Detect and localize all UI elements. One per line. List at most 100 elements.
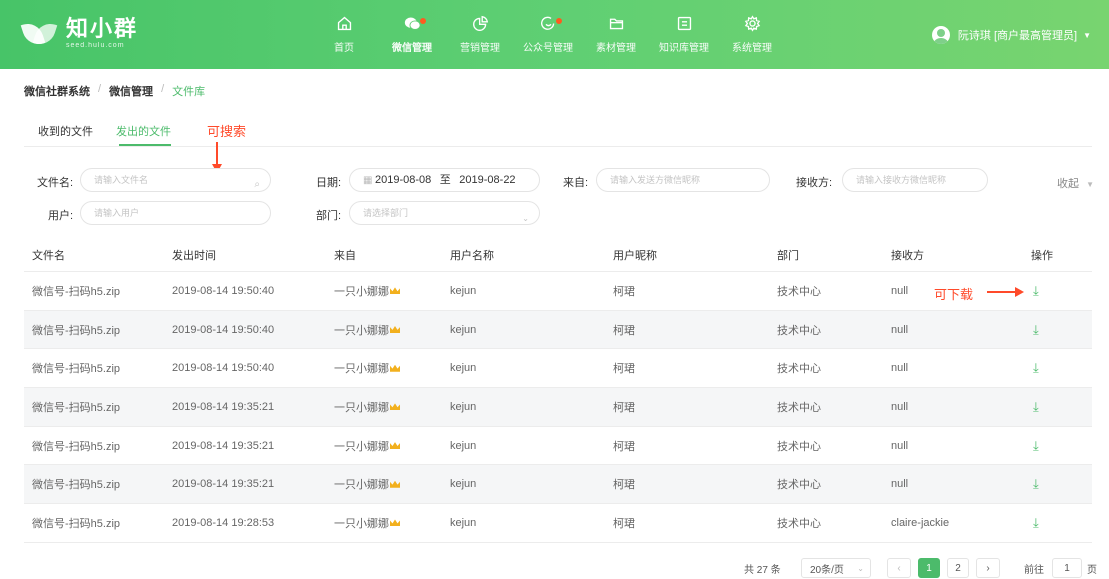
cell-receiver: null	[891, 362, 909, 375]
cell-department: 技术中心	[777, 440, 821, 453]
receiver-input[interactable]: 请输入接收方微信昵称	[842, 168, 988, 192]
cell-nickname: 柯珺	[613, 479, 635, 492]
from-placeholder: 请输入发送方微信昵称	[610, 175, 701, 185]
notification-dot	[420, 18, 426, 24]
file-table: 文件名 发出时间 来自 用户名称 用户昵称 部门 接收方 操作 微信号-扫码h5…	[24, 238, 1092, 543]
crown-icon	[390, 442, 400, 450]
filename-placeholder: 请输入文件名	[94, 175, 149, 185]
cell-nickname: 柯珺	[613, 401, 635, 414]
page-unit-label: 页	[1087, 564, 1097, 576]
column-header-sent-time: 发出时间	[172, 249, 216, 262]
table-row: 微信号-扫码h5.zip 2019-08-14 19:35:21 一只小娜娜 k…	[24, 465, 1092, 505]
department-select[interactable]: 请选择部门 ⌄	[349, 201, 540, 225]
nav-label: 首页	[334, 43, 354, 54]
column-header-actions: 操作	[1031, 249, 1053, 262]
download-icon[interactable]: ⤓	[1033, 465, 1039, 503]
page-1-button[interactable]: 1	[918, 558, 940, 578]
cell-department: 技术中心	[777, 479, 821, 492]
filename-label: 文件名:	[37, 177, 74, 189]
column-header-filename: 文件名	[32, 249, 65, 262]
cell-sent-time: 2019-08-14 19:35:21	[172, 478, 275, 491]
nav-system[interactable]: 系统管理	[718, 0, 786, 69]
date-end: 2019-08-22	[459, 174, 516, 186]
receiver-placeholder: 请输入接收方微信昵称	[856, 175, 947, 185]
download-icon[interactable]: ⤓	[1033, 388, 1039, 426]
cell-username: kejun	[450, 284, 477, 297]
cell-receiver: null	[891, 400, 909, 413]
cell-filename: 微信号-扫码h5.zip	[32, 517, 121, 530]
user-menu[interactable]: 阮诗琪 [商户最高管理员] ▼	[931, 26, 1091, 44]
from-input[interactable]: 请输入发送方微信昵称	[596, 168, 770, 192]
nav-wechat-management[interactable]: 微信管理	[378, 0, 446, 69]
column-header-nickname: 用户昵称	[613, 249, 657, 262]
active-tab-indicator	[119, 144, 171, 146]
nav-official-account[interactable]: 公众号管理	[514, 0, 582, 69]
crown-icon	[390, 480, 400, 488]
date-label: 日期:	[316, 177, 342, 189]
collapse-label: 收起	[1057, 178, 1079, 190]
breadcrumb-item[interactable]: 微信管理	[109, 83, 153, 99]
page-2-button[interactable]: 2	[947, 558, 969, 578]
department-placeholder: 请选择部门	[363, 208, 409, 218]
collapse-toggle[interactable]: 收起 ▼	[1057, 175, 1094, 191]
cell-nickname: 柯珺	[613, 363, 635, 376]
download-icon[interactable]: ⤓	[1033, 349, 1039, 387]
cell-department: 技术中心	[777, 324, 821, 337]
nav-material[interactable]: 素材管理	[582, 0, 650, 69]
chevron-down-icon: ⌄	[522, 214, 529, 223]
nav-label: 微信管理	[392, 43, 432, 54]
top-header: 知小群 seed.hulu.com 首页 微信管理 营销管理 公众号管理 素材管…	[0, 0, 1109, 69]
tab-sent-files[interactable]: 发出的文件	[116, 123, 171, 139]
pagination-total: 共 27 条	[744, 564, 781, 576]
cell-from: 一只小娜娜	[334, 465, 400, 503]
download-icon[interactable]: ⤓	[1033, 272, 1039, 310]
cell-department: 技术中心	[777, 517, 821, 530]
cell-filename: 微信号-扫码h5.zip	[32, 440, 121, 453]
table-row: 微信号-扫码h5.zip 2019-08-14 19:50:40 一只小娜娜 k…	[24, 349, 1092, 389]
cell-from: 一只小娜娜	[334, 427, 400, 465]
search-icon[interactable]: ⌕	[254, 174, 260, 196]
filename-input[interactable]: 请输入文件名 ⌕	[80, 168, 271, 192]
cell-sent-time: 2019-08-14 19:28:53	[172, 516, 275, 529]
nav-knowledge-base[interactable]: 知识库管理	[650, 0, 718, 69]
logo[interactable]: 知小群 seed.hulu.com	[20, 16, 139, 49]
download-icon[interactable]: ⤓	[1033, 311, 1039, 349]
chevron-right-icon: ›	[986, 562, 990, 574]
cell-receiver: null	[891, 323, 909, 336]
cell-department: 技术中心	[777, 285, 821, 298]
cell-department: 技术中心	[777, 401, 821, 414]
page-size-select[interactable]: 20条/页 ⌄	[801, 558, 871, 578]
logo-title: 知小群	[66, 16, 139, 41]
cell-username: kejun	[450, 323, 477, 336]
download-icon[interactable]: ⤓	[1033, 427, 1039, 465]
table-row: 微信号-扫码h5.zip 2019-08-14 19:35:21 一只小娜娜 k…	[24, 388, 1092, 427]
tab-received-files[interactable]: 收到的文件	[38, 123, 93, 139]
column-header-username: 用户名称	[450, 249, 494, 262]
nav-marketing[interactable]: 营销管理	[446, 0, 514, 69]
folder-icon	[609, 18, 623, 30]
crown-icon	[390, 287, 400, 295]
breadcrumb-item[interactable]: 微信社群系统	[24, 83, 90, 99]
cell-username: kejun	[450, 516, 477, 529]
calendar-icon: ▦	[363, 175, 373, 186]
chevron-down-icon: ▼	[1083, 30, 1091, 40]
avatar	[931, 26, 950, 44]
prev-page-button[interactable]: ‹	[887, 558, 911, 578]
cell-from: 一只小娜娜	[334, 504, 400, 542]
user-input[interactable]: 请输入用户	[80, 201, 271, 225]
date-range-picker[interactable]: ▦ 2019-08-08 至 2019-08-22	[349, 168, 540, 192]
cell-username: kejun	[450, 478, 477, 491]
cell-sent-time: 2019-08-14 19:50:40	[172, 284, 275, 297]
cell-nickname: 柯珺	[613, 324, 635, 337]
annotation-arrow-right-icon	[987, 287, 1024, 297]
nav-home[interactable]: 首页	[310, 0, 378, 69]
breadcrumb: 微信社群系统 / 微信管理 / 文件库	[24, 83, 205, 99]
cell-department: 技术中心	[777, 363, 821, 376]
gear-icon	[744, 15, 760, 32]
goto-page-input[interactable]: 1	[1052, 558, 1082, 578]
chevron-down-icon: ▼	[1086, 180, 1094, 189]
cell-receiver: null	[891, 284, 909, 297]
cell-filename: 微信号-扫码h5.zip	[32, 363, 121, 376]
next-page-button[interactable]: ›	[976, 558, 1000, 578]
download-icon[interactable]: ⤓	[1033, 504, 1039, 542]
